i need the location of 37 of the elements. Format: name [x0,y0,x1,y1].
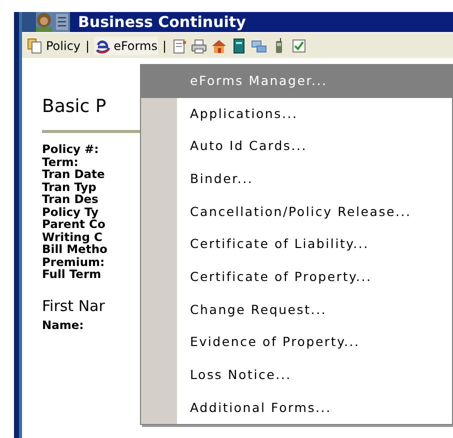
menu-item[interactable]: eForms Manager... [141,65,452,98]
section-heading: Basic P [42,98,106,116]
field-label: Tran Des [42,193,98,206]
section-heading: First Nar [42,298,105,314]
field-label: Parent Co [42,218,106,230]
letter-e-icon [94,38,111,54]
field-label: Policy Ty [42,206,99,218]
menu-item[interactable]: Binder... [141,163,452,196]
menu-item[interactable]: Change Request... [141,294,452,326]
menu-item[interactable]: Additional Forms... [141,392,452,425]
notebook-icon[interactable] [230,38,246,54]
menu-item[interactable]: Certificate of Liability... [141,228,452,262]
field-label: Term: [42,156,78,168]
window-title: Business Continuity [78,14,246,30]
field-label: Name: [42,318,84,332]
menu-item[interactable]: Cancellation/Policy Release... [141,196,452,228]
menu-item[interactable]: Certificate of Property... [141,261,452,294]
separator: | [86,38,90,54]
field-label: Premium: [42,256,105,268]
field-label: Policy #: [42,143,99,156]
separator: | [162,38,166,54]
menu-item[interactable]: Applications... [141,98,452,130]
toolbar-menu[interactable]: Policy [26,36,82,54]
toolbar-menu[interactable]: eForms [94,36,158,54]
field-label: Bill Metho [42,243,108,256]
menu-item[interactable]: Evidence of Property... [141,326,452,360]
menu-item[interactable]: Auto Id Cards... [141,130,452,164]
menu-item[interactable]: Loss Notice... [141,359,452,392]
field-label: Tran Date [42,168,105,180]
printer-icon[interactable] [190,38,206,54]
documents-icon [27,38,43,54]
checkbox-icon[interactable] [290,38,306,54]
field-label: Full Term [42,268,102,280]
field-label: Tran Typ [42,180,96,193]
document-icon[interactable] [170,38,186,54]
house-icon[interactable] [210,38,226,54]
field-label: Writing C [42,230,102,243]
